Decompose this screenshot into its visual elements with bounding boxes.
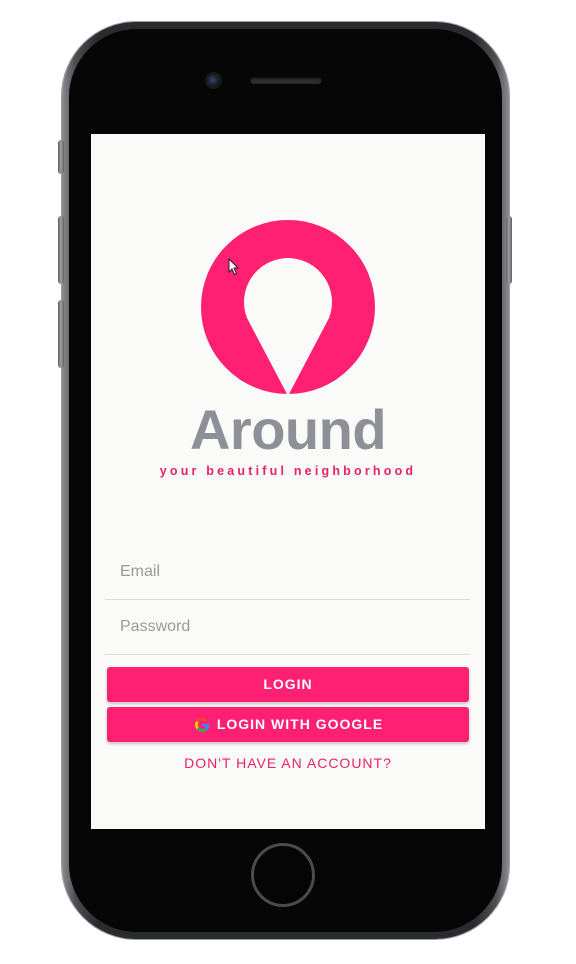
power-button bbox=[506, 216, 512, 284]
home-button[interactable] bbox=[251, 843, 315, 907]
app-title: Around bbox=[189, 398, 387, 461]
map-pin-logo bbox=[201, 220, 375, 396]
app-screen: Around your beautiful neighborhood LOGIN… bbox=[91, 134, 485, 829]
mouse-cursor-icon bbox=[228, 258, 240, 276]
earpiece-speaker bbox=[250, 77, 322, 84]
email-input[interactable] bbox=[120, 548, 450, 596]
password-field[interactable] bbox=[105, 603, 470, 655]
mute-switch bbox=[58, 140, 64, 174]
password-input[interactable] bbox=[120, 603, 450, 651]
login-button-label: LOGIN bbox=[263, 676, 313, 692]
email-field[interactable] bbox=[105, 548, 470, 600]
volume-up-button bbox=[58, 216, 64, 284]
google-icon bbox=[194, 717, 210, 732]
google-login-button[interactable]: LOGIN WITH GOOGLE bbox=[107, 707, 469, 742]
app-tagline: your beautiful neighborhood bbox=[159, 464, 417, 478]
volume-down-button bbox=[58, 300, 64, 368]
login-button[interactable]: LOGIN bbox=[107, 667, 469, 702]
front-camera bbox=[207, 74, 220, 87]
signup-link[interactable]: DON'T HAVE AN ACCOUNT? bbox=[91, 755, 485, 771]
google-login-label: LOGIN WITH GOOGLE bbox=[216, 716, 384, 732]
